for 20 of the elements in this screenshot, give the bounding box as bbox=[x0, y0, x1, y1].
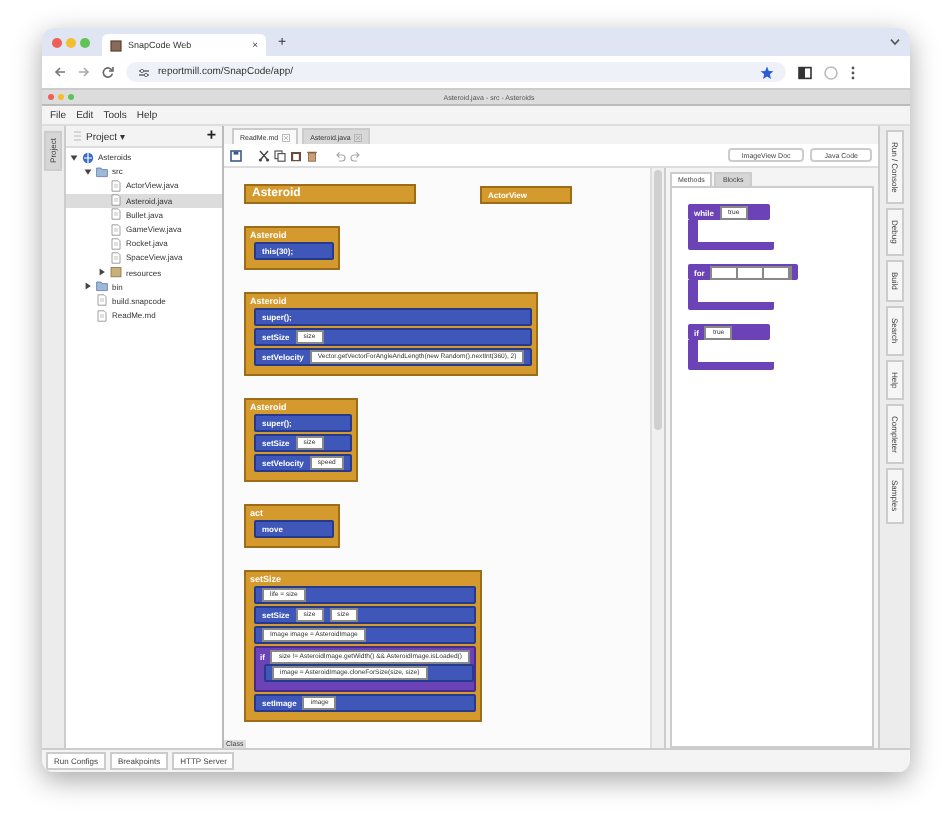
page-icon bbox=[110, 39, 122, 51]
scissors-icon[interactable] bbox=[258, 149, 270, 161]
reload-icon[interactable] bbox=[102, 66, 114, 78]
loop-fields[interactable] bbox=[710, 265, 793, 279]
add-button[interactable]: + bbox=[206, 128, 216, 144]
copy-icon[interactable] bbox=[274, 149, 286, 161]
folder-icon bbox=[96, 280, 108, 293]
folder-icon bbox=[96, 165, 108, 178]
sidebar-icon[interactable] bbox=[798, 65, 812, 79]
trash-icon[interactable] bbox=[306, 149, 318, 161]
package-icon bbox=[110, 266, 122, 279]
chevron-down-icon[interactable] bbox=[890, 38, 900, 46]
site-settings-icon[interactable] bbox=[138, 67, 150, 77]
back-icon[interactable] bbox=[54, 66, 66, 78]
project-icon bbox=[82, 151, 94, 164]
list-icon bbox=[72, 130, 82, 142]
save-icon[interactable] bbox=[230, 149, 242, 161]
scrollbar[interactable] bbox=[650, 168, 664, 748]
more-menu-icon[interactable] bbox=[850, 65, 856, 79]
star-icon[interactable] bbox=[760, 65, 774, 79]
